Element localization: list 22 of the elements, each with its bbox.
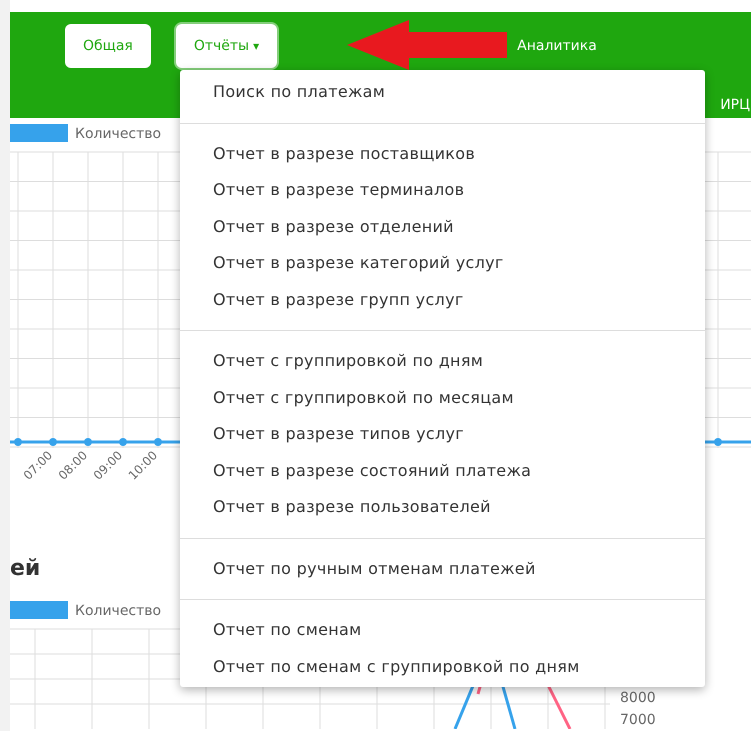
menu-item[interactable]: Отчет в разрезе групп услуг [180, 282, 705, 318]
menu-item[interactable]: Отчет по сменам с группировкой по дням [180, 648, 705, 685]
menu-item[interactable]: Отчет в разрезе поставщиков [180, 136, 705, 172]
legend-label: Количество [75, 126, 162, 142]
axis-tick-label: 7000 [620, 712, 656, 728]
menu-item[interactable]: Отчет в разрезе категорий услуг [180, 245, 705, 282]
menu-item[interactable]: Отчет в разрезе типов услуг [180, 416, 705, 452]
menu-item[interactable]: Отчет с группировкой по месяцам [180, 380, 705, 416]
menu-item[interactable]: Отчет в разрезе отделений [180, 208, 705, 245]
legend-swatch [10, 124, 68, 142]
section-title: ей [10, 555, 40, 583]
menu-item[interactable]: Отчет в разрезе терминалов [180, 172, 705, 208]
legend-swatch [10, 601, 68, 619]
menu-item[interactable]: Отчет по ручным отменам платежей [180, 550, 705, 587]
menu-item[interactable]: Отчет с группировкой по дням [180, 343, 705, 380]
axis-tick-label: 8000 [620, 690, 656, 706]
legend-label: Количество [75, 603, 162, 619]
menu-item[interactable]: Отчет по сменам [180, 612, 705, 648]
nav-label: ИРЦ [720, 96, 750, 114]
menu-item[interactable]: Поиск по платежам [180, 74, 705, 110]
menu-item[interactable]: Отчет в разрезе состояний платежа [180, 452, 705, 489]
menu-item[interactable]: Отчет в разрезе пользователей [180, 489, 705, 526]
